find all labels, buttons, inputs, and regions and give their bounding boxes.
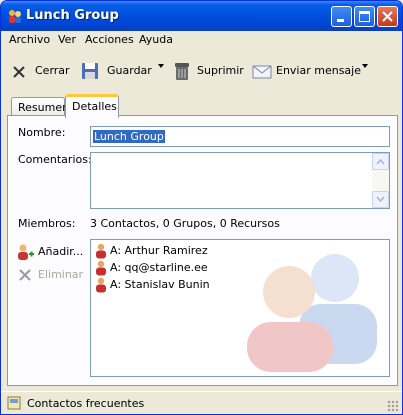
remove-member-button[interactable]: Eliminar [16, 266, 86, 284]
address-book-icon [7, 396, 21, 410]
list-item[interactable]: A: qq@starline.ee [95, 260, 295, 276]
save-dropdown-arrow[interactable] [158, 64, 164, 68]
close-button[interactable]: Cerrar [11, 60, 73, 82]
menu-archivo[interactable]: Archivo [9, 33, 50, 46]
close-button-label: Cerrar [35, 64, 70, 77]
menu-acciones[interactable]: Acciones [85, 33, 134, 46]
add-member-button[interactable]: Añadir... [16, 243, 86, 261]
contact-group-icon [9, 10, 21, 23]
add-member-label: Añadir... [38, 245, 84, 258]
send-message-button[interactable]: Enviar mensaje [252, 60, 361, 82]
floppy-disk-icon [82, 63, 98, 79]
save-button-label: Guardar [107, 64, 152, 77]
list-item[interactable]: A: Arthur Ramirez [95, 243, 295, 259]
add-person-icon [18, 244, 34, 260]
member-name: A: qq@starline.ee [110, 261, 208, 274]
members-label: Miembros: [18, 217, 76, 230]
send-dropdown-arrow[interactable] [362, 64, 368, 68]
chevron-up-icon [376, 158, 385, 165]
trash-can-icon [175, 63, 189, 80]
minimize-icon [337, 19, 344, 22]
member-name: A: Stanislav Bunin [110, 278, 210, 291]
save-button[interactable]: Guardar [81, 60, 161, 82]
details-panel: Nombre: Lunch Group Comentarios: Miembro… [7, 115, 398, 386]
chevron-down-icon [376, 196, 385, 203]
name-label: Nombre: [18, 126, 66, 139]
close-window-button[interactable] [377, 6, 398, 27]
person-icon [96, 243, 106, 259]
comments-label: Comentarios: [18, 153, 92, 166]
delete-button[interactable]: Suprimir [173, 60, 245, 82]
person-icon [96, 260, 106, 276]
tab-resumen[interactable]: Resumen [11, 97, 69, 117]
title-bar[interactable]: Lunch Group [1, 1, 402, 31]
delete-x-icon [19, 269, 31, 281]
menu-ayuda[interactable]: Ayuda [139, 33, 173, 46]
name-value: Lunch Group [93, 130, 165, 143]
resize-grip[interactable] [387, 400, 399, 412]
comments-scrollbar[interactable] [372, 153, 389, 208]
close-x-icon [13, 66, 25, 78]
name-input[interactable]: Lunch Group [90, 126, 390, 147]
send-message-label: Enviar mensaje [276, 64, 361, 77]
minimize-button[interactable] [331, 6, 352, 27]
maximize-button[interactable] [354, 6, 375, 27]
scroll-down-button[interactable] [372, 191, 389, 208]
list-item[interactable]: A: Stanislav Bunin [95, 277, 295, 293]
contact-group-window: Lunch Group Archivo Ver Acciones Ayuda C… [0, 0, 403, 415]
status-text: Contactos frecuentes [27, 397, 145, 410]
toolbar: Cerrar Guardar Suprimir Enviar mensaje [5, 53, 400, 87]
remove-member-label: Eliminar [38, 268, 84, 281]
maximize-icon [359, 11, 370, 22]
window-title: Lunch Group [26, 8, 119, 23]
scroll-up-button[interactable] [372, 153, 389, 170]
delete-button-label: Suprimir [197, 64, 244, 77]
members-list[interactable]: A: Arthur Ramirez A: qq@starline.ee A: S… [90, 239, 390, 377]
status-bar: Contactos frecuentes [1, 391, 402, 414]
member-name: A: Arthur Ramirez [110, 244, 208, 257]
envelope-icon [252, 65, 272, 79]
tab-detalles[interactable]: Detalles [65, 94, 119, 118]
close-icon [382, 11, 393, 22]
members-summary: 3 Contactos, 0 Grupos, 0 Recursos [90, 217, 280, 230]
person-icon [96, 277, 106, 293]
menu-bar: Archivo Ver Acciones Ayuda [5, 31, 400, 50]
comments-textarea[interactable] [90, 152, 390, 209]
menu-ver[interactable]: Ver [58, 33, 76, 46]
